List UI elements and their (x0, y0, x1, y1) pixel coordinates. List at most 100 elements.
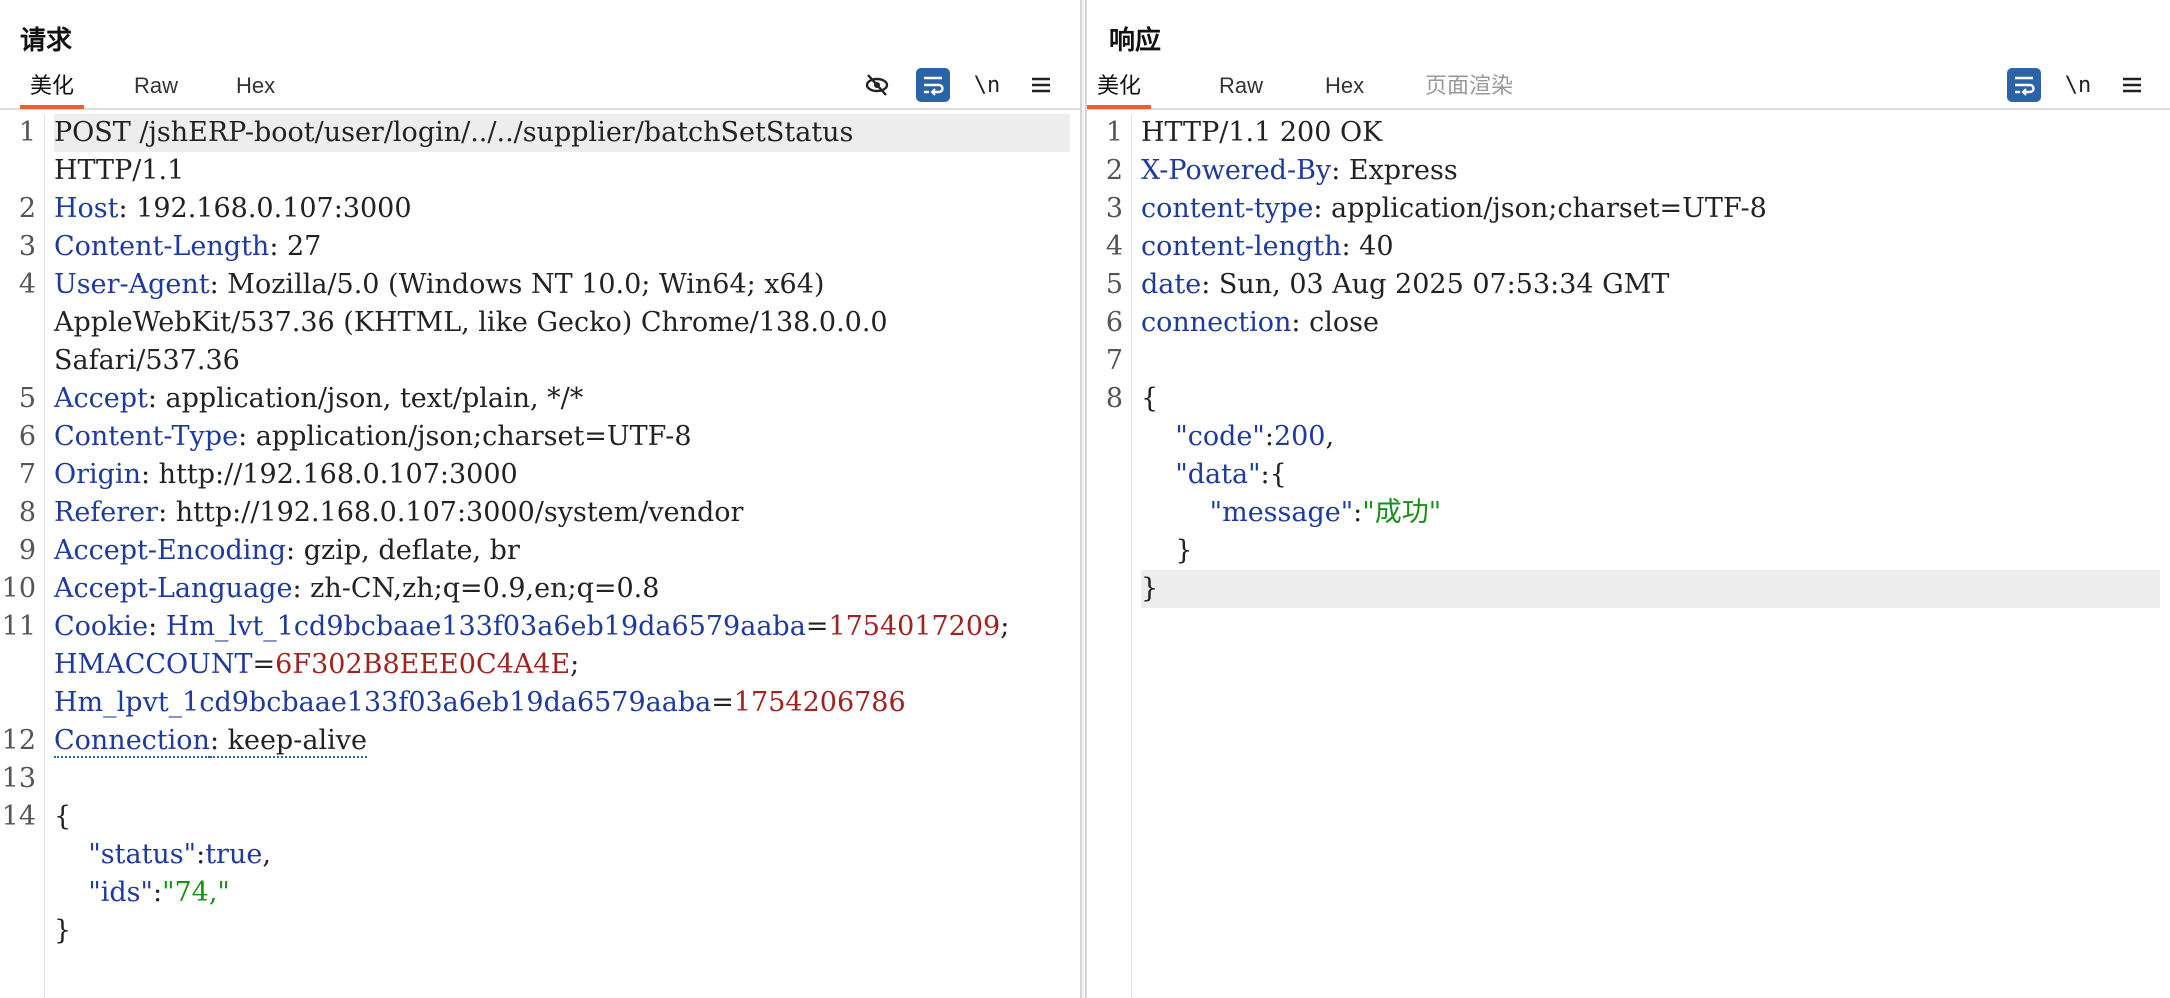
code-token: ; (1000, 611, 1010, 642)
line-number: 8 (1105, 383, 1123, 414)
line-content: "code":200, (1141, 418, 2160, 456)
line-content: POST /jshERP-boot/user/login/../../suppl… (54, 114, 1070, 152)
tab-raw[interactable]: Raw (124, 66, 188, 106)
line-content: HMACCOUNT=6F302B8EEE0C4A4E; (54, 646, 1070, 684)
code-token: : close (1291, 307, 1379, 338)
code-token: : (152, 877, 163, 908)
newline-toggle-button[interactable]: \n (970, 68, 1004, 102)
code-token: : Sun, 03 Aug 2025 07:53:34 GMT (1201, 269, 1670, 300)
line-content: } (1141, 532, 2160, 570)
code-token: } (1141, 535, 1193, 566)
line-number: 5 (18, 383, 36, 414)
line-number: 7 (1105, 345, 1123, 376)
code-token: "成功" (1362, 497, 1442, 528)
line-content: Cookie: Hm_lvt_1cd9bcbaae133f03a6eb19da6… (54, 608, 1070, 646)
tab-pretty[interactable]: 美化 (1087, 66, 1152, 109)
pane-divider[interactable] (1080, 0, 1087, 998)
code-token: Content-Length (54, 231, 270, 262)
line-number: 12 (1, 725, 36, 756)
code-line: 6 Content-Type: application/json;charset=… (0, 418, 1080, 456)
code-token: date (1141, 269, 1202, 300)
line-content: Accept-Language: zh-CN,zh;q=0.9,en;q=0.8 (54, 570, 1070, 608)
tab-hex[interactable]: Hex (226, 66, 285, 106)
code-token: ; (570, 649, 580, 680)
code-token: AppleWebKit/537.36 (KHTML, like Gecko) C… (54, 307, 888, 338)
menu-icon[interactable] (1024, 68, 1058, 102)
eye-off-icon-svg (865, 74, 889, 96)
code-token: content-length (1141, 231, 1342, 262)
code-line: "data":{ (1087, 456, 2170, 494)
eye-off-icon[interactable] (860, 68, 894, 102)
code-token: = (252, 649, 276, 680)
code-token: X-Powered-By (1141, 155, 1332, 186)
code-line: 8 Referer: http://192.168.0.107:3000/syst… (0, 494, 1080, 532)
code-line: Safari/537.36 (0, 342, 1080, 380)
code-line: 1 POST /jshERP-boot/user/login/../../supp… (0, 114, 1080, 152)
code-token: Accept-Encoding (54, 535, 287, 566)
wrap-icon-svg (924, 76, 944, 96)
code-token: User-Agent (54, 269, 210, 300)
request-title: 请求 (20, 25, 73, 55)
code-line: 4 content-length: 40 (1087, 228, 2170, 266)
code-line: AppleWebKit/537.36 (KHTML, like Gecko) C… (0, 304, 1080, 342)
code-line: "code":200, (1087, 418, 2170, 456)
code-token: : gzip, deflate, br (286, 535, 520, 566)
code-token: Content-Type (54, 421, 239, 452)
code-token: 1754206786 (733, 687, 906, 718)
code-token: : application/json;charset=UTF-8 (238, 421, 692, 452)
code-line: 10 Accept-Language: zh-CN,zh;q=0.9,en;q=0… (0, 570, 1080, 608)
code-line: 3 Content-Length: 27 (0, 228, 1080, 266)
code-line: HTTP/1.1 (0, 152, 1080, 190)
newline-toggle-button[interactable]: \n (2061, 68, 2095, 102)
code-line: 2 X-Powered-By: Express (1087, 152, 2170, 190)
code-token: POST /jshERP-boot/user/login/../../suppl… (54, 117, 854, 148)
code-line: } (1087, 570, 2170, 608)
code-line: 2 Host: 192.168.0.107:3000 (0, 190, 1080, 228)
code-line: 14 { (0, 798, 1080, 836)
line-content: HTTP/1.1 (54, 152, 1070, 190)
wrap-icon[interactable] (2007, 68, 2041, 102)
code-token: "74," (162, 877, 230, 908)
response-title: 响应 (1109, 25, 1162, 55)
line-content: Connection: keep-alive (54, 722, 1070, 760)
line-content: AppleWebKit/537.36 (KHTML, like Gecko) C… (54, 304, 1070, 342)
line-number: 5 (1105, 269, 1123, 300)
line-content: Content-Type: application/json;charset=U… (54, 418, 1070, 456)
line-number: 1 (1105, 117, 1123, 148)
menu-icon-svg (1032, 77, 1050, 93)
code-token: { (1141, 383, 1159, 414)
request-editor[interactable]: 1 POST /jshERP-boot/user/login/../../supp… (0, 114, 1080, 998)
code-token: 6F302B8EEE0C4A4E (275, 649, 571, 680)
tab-hex[interactable]: Hex (1315, 66, 1374, 106)
line-content: "ids":"74," (54, 874, 1070, 912)
line-content: } (1141, 570, 2160, 608)
code-token: = (711, 687, 734, 718)
line-number: 9 (18, 535, 36, 566)
line-content: HTTP/1.1 200 OK (1141, 114, 2160, 152)
wrap-icon[interactable] (916, 68, 950, 102)
line-content: Accept: application/json, text/plain, */… (54, 380, 1070, 418)
menu-icon[interactable] (2115, 68, 2149, 102)
tab-pretty[interactable]: 美化 (20, 66, 85, 109)
line-content: "status":true, (54, 836, 1070, 874)
code-token: , (262, 839, 271, 870)
code-token: Connection (54, 725, 210, 758)
code-line: } (1087, 532, 2170, 570)
code-token: : application/json, text/plain, */* (147, 383, 584, 414)
line-content: Origin: http://192.168.0.107:3000 (54, 456, 1070, 494)
line-content: "data":{ (1141, 456, 2160, 494)
code-token: : 27 (269, 231, 322, 262)
line-content: Content-Length: 27 (54, 228, 1070, 266)
response-editor[interactable]: 1 HTTP/1.1 200 OK 2 X-Powered-By: Express 3 c… (1087, 114, 2170, 998)
code-line: 11 Cookie: Hm_lvt_1cd9bcbaae133f03a6eb19d… (0, 608, 1080, 646)
code-line: Hm_lpvt_1cd9bcbaae133f03a6eb19da6579aaba… (0, 684, 1080, 722)
code-line: 4 User-Agent: Mozilla/5.0 (Windows NT 10.… (0, 266, 1080, 304)
tab-raw[interactable]: Raw (1209, 66, 1273, 106)
code-line: 8{ (1087, 380, 2170, 418)
line-number: 6 (1105, 307, 1123, 338)
line-content: "message":"成功" (1141, 494, 2160, 532)
line-content: Accept-Encoding: gzip, deflate, br (54, 532, 1070, 570)
tab-render[interactable]: 页面渲染 (1415, 66, 1523, 106)
response-pane: 响应 美化 Raw Hex 页面渲染 \n 1 HTTP/1.1 200 OK 2 X… (1087, 0, 2170, 998)
